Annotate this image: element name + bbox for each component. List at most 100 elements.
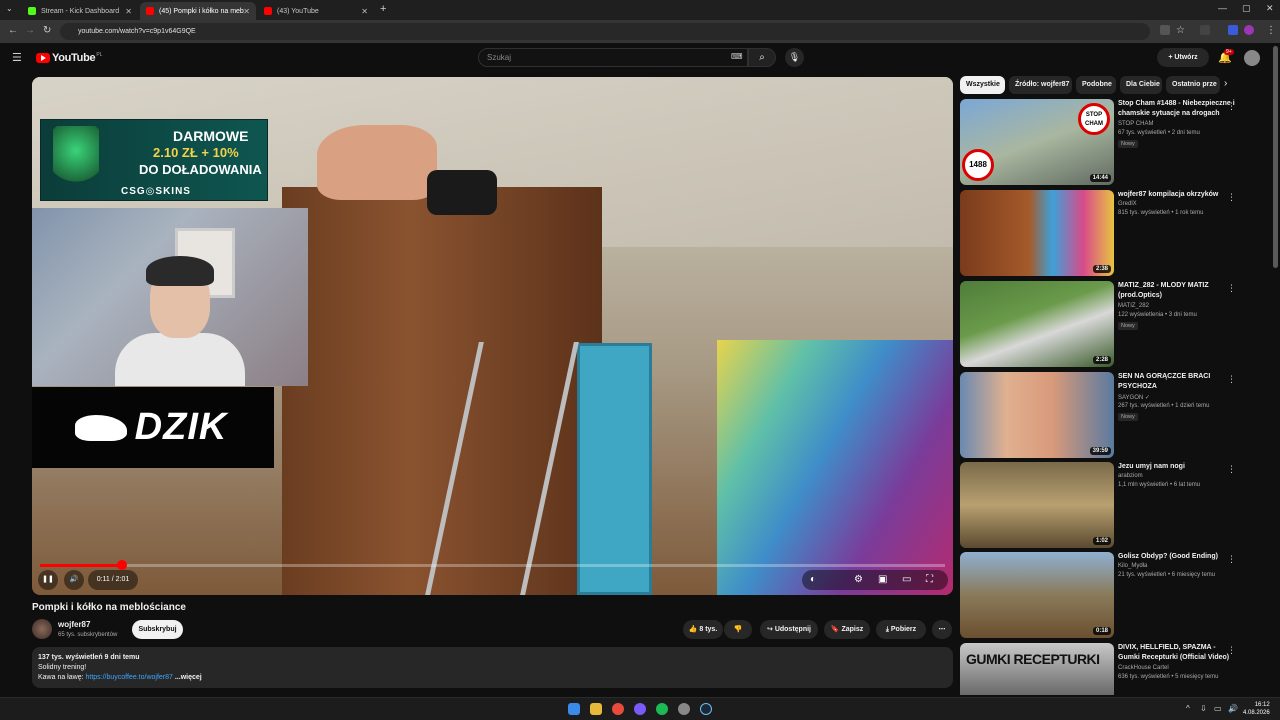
rec-channel[interactable]: SAYGON ✓ bbox=[1118, 394, 1150, 401]
rec-title[interactable]: Stop Cham #1488 - Niebezpieczne i chamsk… bbox=[1118, 99, 1236, 119]
video-thumbnail[interactable]: 0:18 bbox=[960, 552, 1114, 638]
menu-kebab-icon[interactable]: ⋮ bbox=[1266, 25, 1276, 36]
rec-title[interactable]: SEN NA GORĄCZCE BRACI PSYCHOZA bbox=[1118, 372, 1236, 392]
more-vertical-icon[interactable]: ⋮ bbox=[1227, 101, 1236, 112]
url-field[interactable]: youtube.com/watch?v=c9p1v64G9QE bbox=[60, 23, 1150, 40]
chip-recently[interactable]: Ostatnio prze bbox=[1166, 76, 1220, 94]
fullscreen-icon[interactable]: ⛶ bbox=[926, 574, 933, 585]
description-box[interactable]: 137 tys. wyświetleń 9 dni temu Solidny t… bbox=[32, 647, 953, 688]
close-icon[interactable]: ✕ bbox=[361, 7, 368, 16]
rec-title[interactable]: wojfer87 kompilacja okrzyków bbox=[1118, 190, 1236, 200]
recommendation-item[interactable]: 39:59 SEN NA GORĄCZCE BRACI PSYCHOZA SAY… bbox=[960, 372, 1250, 458]
theater-mode-icon[interactable]: ▭ bbox=[902, 574, 911, 585]
download-button[interactable]: ⤓ Pobierz bbox=[876, 620, 926, 639]
progress-scrubber[interactable] bbox=[117, 560, 128, 570]
video-thumbnail[interactable]: 1:02 bbox=[960, 462, 1114, 548]
video-thumbnail[interactable]: GUMKI RECEPTURKI bbox=[960, 643, 1114, 695]
share-button[interactable]: ↪ Udostępnij bbox=[760, 620, 818, 639]
show-more-link[interactable]: ...więcej bbox=[173, 674, 202, 681]
description-link[interactable]: https://buycoffee.to/wojfer87 bbox=[85, 674, 172, 681]
profile-icon[interactable] bbox=[1244, 25, 1254, 35]
tab-youtube-home[interactable]: (43) YouTube ✕ bbox=[258, 2, 374, 20]
chrome-icon[interactable] bbox=[612, 703, 624, 715]
search-button[interactable]: ⌕ bbox=[748, 48, 776, 67]
rec-channel[interactable]: MATIZ_282 bbox=[1118, 303, 1149, 309]
extensions-icon[interactable] bbox=[1200, 25, 1210, 35]
hamburger-menu-icon[interactable]: ☰ bbox=[12, 51, 22, 64]
channel-avatar[interactable] bbox=[32, 619, 52, 639]
more-actions-button[interactable]: ⋯ bbox=[932, 620, 952, 639]
tab-search-icon[interactable]: ⌄ bbox=[6, 4, 13, 13]
settings-gear-icon[interactable]: ⚙ bbox=[854, 574, 863, 585]
chip-for-you[interactable]: Dla Ciebie bbox=[1120, 76, 1162, 94]
channel-name[interactable]: wojfer87 bbox=[58, 620, 90, 629]
rec-channel[interactable]: GredlX bbox=[1118, 201, 1137, 207]
close-icon[interactable]: ✕ bbox=[243, 7, 250, 16]
voice-search-button[interactable]: 🎙 bbox=[785, 48, 804, 67]
tab-youtube-video[interactable]: (45) Pompki i kółko na meb ✕ bbox=[140, 2, 256, 20]
search-input[interactable]: Szukaj bbox=[478, 48, 748, 67]
dislike-button[interactable]: 👎 bbox=[724, 620, 752, 639]
mute-button[interactable]: 🔊 bbox=[64, 570, 84, 590]
forward-icon[interactable]: → bbox=[25, 25, 35, 36]
autoplay-toggle-icon[interactable]: ◐ bbox=[810, 574, 816, 585]
create-button[interactable]: + Utwórz bbox=[1157, 48, 1209, 67]
close-window-icon[interactable]: ✕ bbox=[1266, 3, 1274, 14]
tray-chevron-icon[interactable]: ^ bbox=[1186, 704, 1190, 713]
chip-from-channel[interactable]: Źródło: wojfer87 bbox=[1009, 76, 1072, 94]
video-thumbnail[interactable]: 39:59 bbox=[960, 372, 1114, 458]
recommendation-item[interactable]: 1:02 Jezu umyj nam nogi arabziom 1,1 mln… bbox=[960, 462, 1250, 548]
miniplayer-icon[interactable]: ▣ bbox=[878, 574, 887, 585]
video-player[interactable]: DARMOWE 2.10 ZŁ + 10% DO DOŁADOWANIA CSG… bbox=[32, 77, 953, 595]
volume-tray-icon[interactable]: 🔊 bbox=[1228, 704, 1238, 713]
chip-related[interactable]: Podobne bbox=[1076, 76, 1116, 94]
rec-title[interactable]: DIVIX, HELLFIELD, SPAZMA - Gumki Receptu… bbox=[1118, 643, 1236, 663]
extension-icon[interactable] bbox=[1228, 25, 1238, 35]
spotify-icon[interactable] bbox=[656, 703, 668, 715]
chip-all[interactable]: Wszystkie bbox=[960, 76, 1005, 94]
pause-button[interactable]: ❚❚ bbox=[38, 570, 58, 590]
subscribe-button[interactable]: Subskrybuj bbox=[132, 620, 183, 639]
cast-icon[interactable] bbox=[1160, 25, 1170, 35]
rec-channel[interactable]: CrackHouse Cartel bbox=[1118, 665, 1169, 671]
file-explorer-icon[interactable] bbox=[590, 703, 602, 715]
recommendation-item[interactable]: 0:18 Golisz Obdyp? (Good Ending) Kilo_My… bbox=[960, 552, 1250, 638]
tab-kick-dashboard[interactable]: Stream - Kick Dashboard ✕ bbox=[22, 2, 138, 20]
video-thumbnail[interactable]: 2:28 bbox=[960, 281, 1114, 367]
steam-icon[interactable] bbox=[700, 703, 712, 715]
bookmark-star-icon[interactable]: ☆ bbox=[1176, 25, 1185, 36]
new-tab-icon[interactable]: + bbox=[380, 3, 386, 15]
back-icon[interactable]: ← bbox=[8, 25, 18, 36]
recommendation-item[interactable]: GUMKI RECEPTURKI DIVIX, HELLFIELD, SPAZM… bbox=[960, 643, 1250, 695]
more-vertical-icon[interactable]: ⋮ bbox=[1227, 283, 1236, 294]
recommendation-item[interactable]: STOP CHAM 1488 14:44 Stop Cham #1488 - N… bbox=[960, 99, 1250, 185]
keyboard-icon[interactable]: ⌨ bbox=[731, 52, 743, 61]
windows-start-icon[interactable] bbox=[568, 703, 580, 715]
obs-icon[interactable] bbox=[678, 703, 690, 715]
more-vertical-icon[interactable]: ⋮ bbox=[1227, 192, 1236, 203]
recommendation-item[interactable]: 2:38 wojfer87 kompilacja okrzyków GredlX… bbox=[960, 190, 1250, 276]
rec-channel[interactable]: STOP CHAM bbox=[1118, 121, 1153, 127]
rec-channel[interactable]: arabziom bbox=[1118, 473, 1143, 479]
rec-title[interactable]: Jezu umyj nam nogi bbox=[1118, 462, 1236, 472]
close-icon[interactable]: ✕ bbox=[125, 7, 132, 16]
network-icon[interactable]: ▭ bbox=[1214, 704, 1222, 713]
rec-title[interactable]: MATIZ_282 - MLODY MATIZ (prod.Optics) bbox=[1118, 281, 1236, 301]
rec-channel[interactable]: Kilo_Mydła bbox=[1118, 563, 1147, 569]
youtube-logo[interactable]: YouTube PL bbox=[36, 52, 102, 64]
reload-icon[interactable]: ↻ bbox=[43, 25, 51, 36]
more-vertical-icon[interactable]: ⋮ bbox=[1227, 554, 1236, 565]
page-scrollbar[interactable] bbox=[1273, 46, 1278, 268]
maximize-icon[interactable]: ▢ bbox=[1242, 3, 1251, 14]
more-vertical-icon[interactable]: ⋮ bbox=[1227, 374, 1236, 385]
like-button[interactable]: 👍 8 tys. bbox=[683, 620, 723, 639]
chevron-right-icon[interactable]: › bbox=[1224, 78, 1227, 89]
video-thumbnail[interactable]: STOP CHAM 1488 14:44 bbox=[960, 99, 1114, 185]
save-button[interactable]: 🔖 Zapisz bbox=[824, 620, 870, 639]
video-thumbnail[interactable]: 2:38 bbox=[960, 190, 1114, 276]
system-clock[interactable]: 16:12 4.08.2026 bbox=[1243, 701, 1270, 717]
discord-icon[interactable] bbox=[634, 703, 646, 715]
recommendation-item[interactable]: 2:28 MATIZ_282 - MLODY MATIZ (prod.Optic… bbox=[960, 281, 1250, 367]
avatar[interactable] bbox=[1244, 50, 1260, 66]
minimize-icon[interactable]: — bbox=[1218, 3, 1227, 13]
